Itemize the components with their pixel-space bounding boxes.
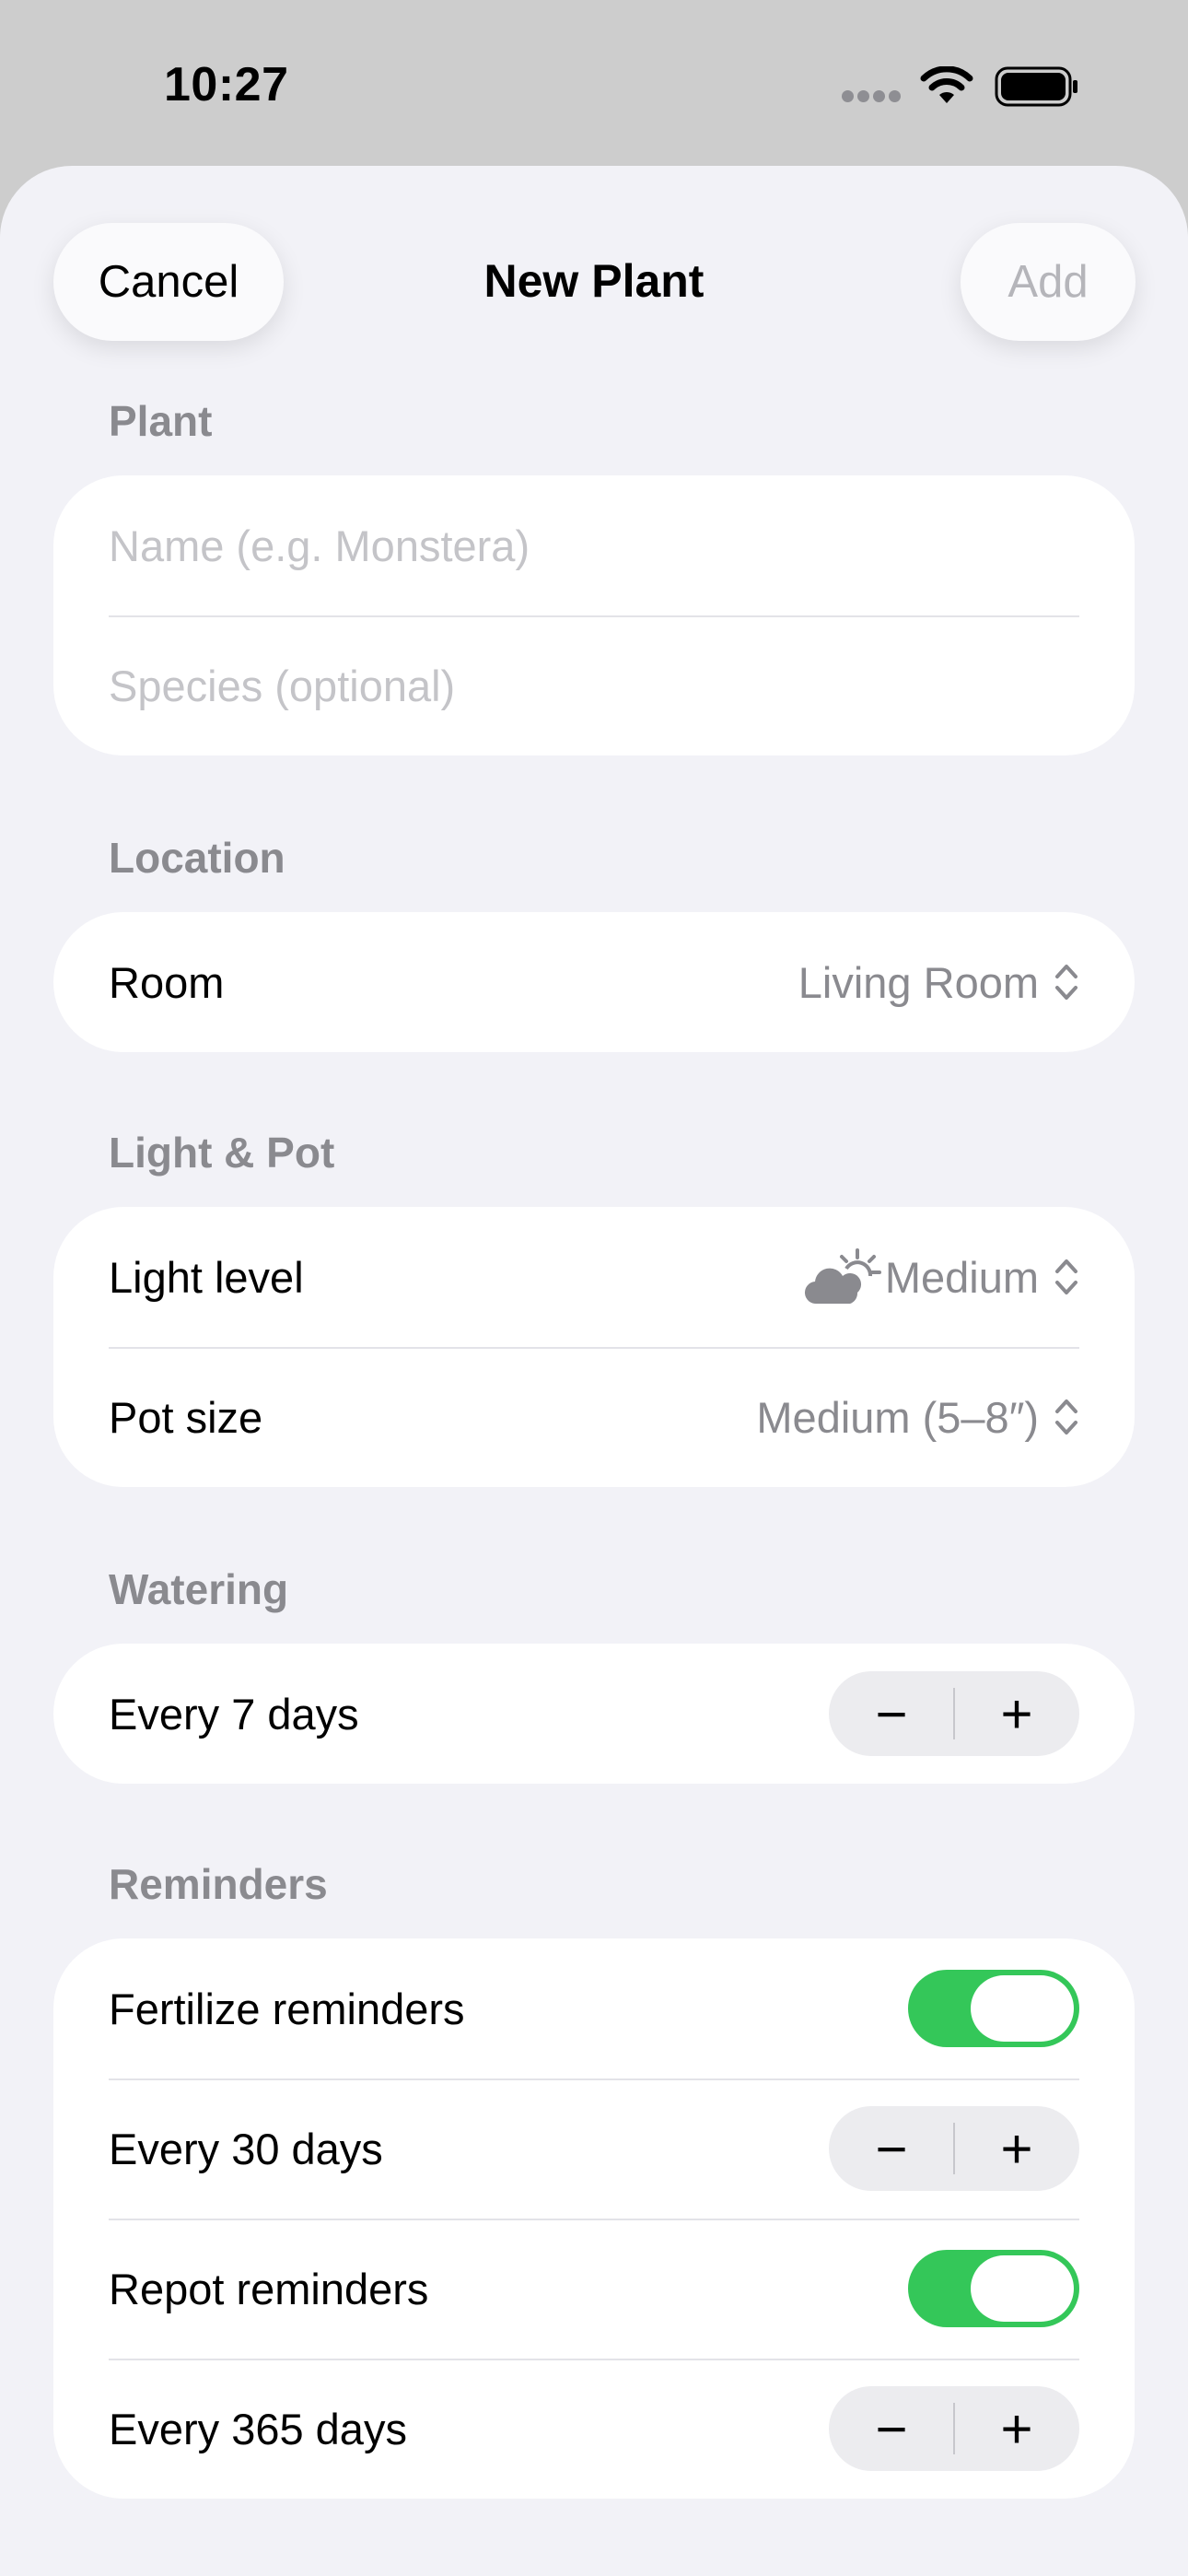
light-pot-card: Light level Medium Pot size Medium (5–8″… xyxy=(53,1207,1135,1487)
watering-card: Every 7 days − + xyxy=(53,1644,1135,1784)
species-field-placeholder: Species (optional) xyxy=(109,661,456,710)
pot-size-picker[interactable]: Pot size Medium (5–8″) xyxy=(53,1347,1135,1487)
fertilize-reminders-label: Fertilize reminders xyxy=(109,1984,465,2033)
watering-stepper: − + xyxy=(829,1671,1079,1756)
new-plant-sheet: Cancel New Plant Add Plant Name (e.g. Mo… xyxy=(0,166,1188,2576)
pot-size-label: Pot size xyxy=(109,1392,263,1442)
fertilize-stepper: − + xyxy=(829,2106,1079,2191)
species-field[interactable]: Species (optional) xyxy=(53,615,1135,755)
name-field[interactable]: Name (e.g. Monstera) xyxy=(53,475,1135,615)
add-button[interactable]: Add xyxy=(961,223,1136,341)
repot-decrement-button[interactable]: − xyxy=(829,2386,954,2471)
fertilize-reminders-toggle[interactable] xyxy=(908,1970,1079,2047)
status-time: 10:27 xyxy=(164,58,289,111)
light-level-label: Light level xyxy=(109,1252,304,1302)
cellular-signal-icon xyxy=(842,90,903,103)
chevron-up-down-icon xyxy=(1055,1259,1077,1294)
plant-card: Name (e.g. Monstera) Species (optional) xyxy=(53,475,1135,755)
chevron-up-down-icon xyxy=(1055,965,1077,1000)
room-picker[interactable]: Room Living Room xyxy=(53,912,1135,1052)
section-header-reminders: Reminders xyxy=(109,1860,328,1908)
section-header-watering: Watering xyxy=(109,1565,289,1613)
light-level-picker[interactable]: Light level Medium xyxy=(53,1207,1135,1347)
nav-bar: Cancel New Plant Add xyxy=(0,166,1188,396)
repot-interval-row: Every 365 days − + xyxy=(53,2359,1135,2499)
watering-interval-row: Every 7 days − + xyxy=(53,1644,1135,1784)
location-card: Room Living Room xyxy=(53,912,1135,1052)
pot-size-value: Medium (5–8″) xyxy=(756,1392,1039,1442)
battery-icon xyxy=(995,66,1077,107)
fertilize-decrement-button[interactable]: − xyxy=(829,2106,954,2191)
light-level-value: Medium xyxy=(884,1252,1039,1302)
section-header-light-pot: Light & Pot xyxy=(109,1129,335,1177)
fertilize-interval-label: Every 30 days xyxy=(109,2124,383,2173)
status-bar: 10:27 xyxy=(0,0,1188,166)
chevron-up-down-icon xyxy=(1055,1399,1077,1434)
wifi-icon xyxy=(920,66,973,103)
watering-increment-button[interactable]: + xyxy=(954,1671,1079,1756)
watering-decrement-button[interactable]: − xyxy=(829,1671,954,1756)
fertilize-increment-button[interactable]: + xyxy=(954,2106,1079,2191)
repot-stepper: − + xyxy=(829,2386,1079,2471)
name-field-placeholder: Name (e.g. Monstera) xyxy=(109,521,530,570)
room-value: Living Room xyxy=(798,957,1039,1007)
room-label: Room xyxy=(109,957,225,1007)
reminders-card: Fertilize reminders Every 30 days − + Re… xyxy=(53,1938,1135,2499)
stepper-divider xyxy=(953,2403,955,2454)
repot-reminders-toggle[interactable] xyxy=(908,2250,1079,2327)
repot-reminders-label: Repot reminders xyxy=(109,2264,429,2313)
fertilize-reminders-row: Fertilize reminders xyxy=(53,1938,1135,2078)
repot-increment-button[interactable]: + xyxy=(954,2386,1079,2471)
fertilize-interval-row: Every 30 days − + xyxy=(53,2078,1135,2219)
section-header-location: Location xyxy=(109,834,285,882)
repot-reminders-row: Repot reminders xyxy=(53,2219,1135,2359)
repot-interval-label: Every 365 days xyxy=(109,2404,407,2453)
stepper-divider xyxy=(953,2123,955,2174)
stepper-divider xyxy=(953,1688,955,1739)
watering-interval-label: Every 7 days xyxy=(109,1689,359,1739)
section-header-plant: Plant xyxy=(109,397,213,445)
cloud-sun-icon xyxy=(804,1248,881,1305)
